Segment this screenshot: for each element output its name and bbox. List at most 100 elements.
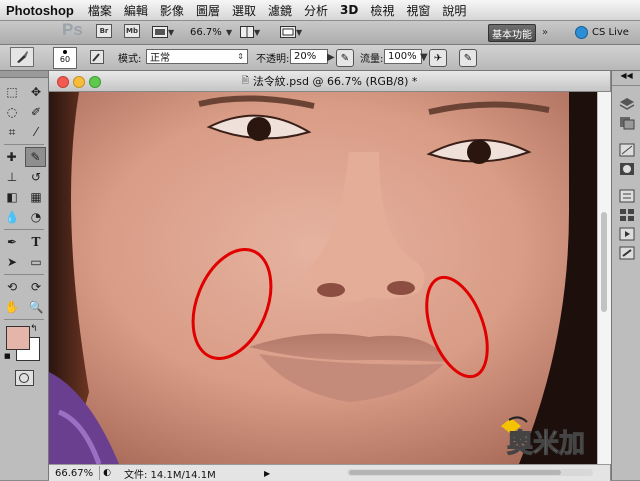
panel-grip[interactable] <box>0 71 48 78</box>
masks-icon <box>619 162 634 175</box>
menu-filter[interactable]: 濾鏡 <box>262 2 298 19</box>
menu-analysis[interactable]: 分析 <box>298 2 334 19</box>
chevron-down-icon: ▼ <box>168 27 175 37</box>
panel-dock: ◀◀ <box>611 71 640 480</box>
gradient-tool-icon[interactable]: ▦ <box>27 188 46 206</box>
brush-tool-icon[interactable]: ✎ <box>25 147 46 167</box>
quick-mask-button[interactable] <box>14 370 34 386</box>
shape-tool-icon[interactable]: ▭ <box>27 253 46 271</box>
menu-edit[interactable]: 編輯 <box>118 2 154 19</box>
menu-select[interactable]: 選取 <box>226 2 262 19</box>
cs-live-button[interactable]: CS Live <box>575 24 629 40</box>
swatches-icon <box>619 208 634 221</box>
chevron-down-icon: ▼ <box>296 27 303 37</box>
healing-brush-tool-icon[interactable]: ✚ <box>2 148 21 166</box>
watermark-text: 奧米加 <box>507 429 585 459</box>
info-panel-button[interactable] <box>616 186 638 205</box>
eraser-tool-icon[interactable]: ◧ <box>3 188 22 206</box>
app-menu[interactable]: Photoshop <box>0 3 82 18</box>
adjustments-panel-button[interactable] <box>616 140 638 159</box>
mini-bridge-button[interactable]: Mb <box>124 24 140 38</box>
brush-preset-picker[interactable]: 60 <box>53 47 77 69</box>
actions-panel-button[interactable] <box>616 224 638 243</box>
zoom-tool-icon[interactable]: 🔍 <box>27 298 46 316</box>
history-brush-tool-icon[interactable]: ↺ <box>27 168 46 186</box>
flow-slider-toggle[interactable]: ▼ <box>420 49 428 65</box>
vertical-scrollbar[interactable] <box>597 92 611 464</box>
pen-pressure-size-icon: ✎ <box>463 52 473 64</box>
opacity-input[interactable]: 20% <box>290 49 328 64</box>
clone-stamp-tool-icon[interactable]: ⊥ <box>3 168 22 186</box>
minimize-window-button[interactable] <box>73 76 85 88</box>
type-tool-icon[interactable]: T <box>27 233 46 251</box>
status-zoom[interactable]: 66.67% <box>49 466 100 480</box>
menu-image[interactable]: 影像 <box>154 2 190 19</box>
status-icon[interactable]: ◐ <box>100 468 114 478</box>
marquee-tool-icon[interactable]: ⬚ <box>3 83 22 101</box>
info-icon <box>619 189 634 202</box>
vertical-scroll-thumb[interactable] <box>601 212 607 312</box>
document-window: 🗎 法令紋.psd @ 66.7% (RGB/8) * 奧米加 66.67% ◐… <box>49 71 611 481</box>
pen-pressure-size-button[interactable]: ✎ <box>459 49 477 67</box>
move-tool-icon[interactable]: ✥ <box>27 83 46 101</box>
tools-panel: ⬚ ✥ ◌ ✐ ⌗ ⁄ ✚ ✎ ⊥ ↺ ◧ ▦ 💧 ◔ ✒ T ➤ ▭ ⟲ ⟳ … <box>0 71 49 480</box>
brush-panel-icon <box>90 50 104 64</box>
zoom-level[interactable]: 66.7% <box>190 24 222 40</box>
pen-pressure-opacity-button[interactable]: ✎ <box>336 49 354 67</box>
menu-help[interactable]: 說明 <box>436 2 472 19</box>
lasso-tool-icon[interactable]: ◌ <box>3 103 22 121</box>
mode-select[interactable]: 正常 ⇕ <box>146 49 248 64</box>
quick-selection-tool-icon[interactable]: ✐ <box>27 103 46 121</box>
collapse-dock-icon[interactable]: ◀◀ <box>612 71 640 86</box>
history-panel-button[interactable] <box>616 243 638 262</box>
menu-file[interactable]: 檔案 <box>82 2 118 19</box>
pen-tool-icon[interactable]: ✒ <box>3 233 22 251</box>
hand-tool-icon[interactable]: ✋ <box>3 298 22 316</box>
flow-input[interactable]: 100% <box>384 49 422 64</box>
flow-label: 流量: <box>360 53 384 65</box>
workspace-overflow-icon[interactable]: » <box>542 24 548 40</box>
menu-layer[interactable]: 圖層 <box>190 2 226 19</box>
zoom-window-button[interactable] <box>89 76 101 88</box>
default-colors-icon[interactable]: ■ <box>4 352 11 360</box>
arrange-documents-button[interactable]: ▼ <box>240 24 260 40</box>
menu-window[interactable]: 視窗 <box>400 2 436 19</box>
layers-panel-button[interactable] <box>616 94 638 113</box>
3d-orbit-tool-icon[interactable]: ⟳ <box>27 278 46 296</box>
zoom-dropdown-icon[interactable]: ▼ <box>226 24 232 40</box>
extras-button[interactable]: ▼ <box>152 24 174 40</box>
canvas[interactable]: 奧米加 <box>49 92 597 464</box>
horizontal-scroll-thumb[interactable] <box>349 470 561 475</box>
opacity-slider-toggle[interactable]: ▶ <box>327 49 335 65</box>
swatches-panel-button[interactable] <box>616 205 638 224</box>
bridge-button[interactable]: Br <box>96 24 112 38</box>
airbrush-button[interactable]: ✈ <box>429 49 447 67</box>
path-selection-tool-icon[interactable]: ➤ <box>3 253 22 271</box>
film-strip-icon <box>152 26 168 38</box>
3d-rotate-tool-icon[interactable]: ⟲ <box>3 278 22 296</box>
adjustments-icon <box>619 143 634 156</box>
masks-panel-button[interactable] <box>616 159 638 178</box>
color-swatches: ↰ ■ <box>0 322 48 366</box>
foreground-color-swatch[interactable] <box>6 326 30 350</box>
channels-panel-button[interactable] <box>616 113 638 132</box>
close-window-button[interactable] <box>57 76 69 88</box>
swap-colors-icon[interactable]: ↰ <box>30 324 38 334</box>
horizontal-scrollbar[interactable] <box>347 469 593 476</box>
cs-live-icon <box>575 25 588 39</box>
menu-3d[interactable]: 3D <box>334 3 364 17</box>
mode-value: 正常 <box>150 53 170 64</box>
screen-mode-button[interactable]: ▼ <box>280 24 302 40</box>
brush-icon <box>17 51 28 63</box>
workspace-button[interactable]: 基本功能 <box>488 24 536 42</box>
screen-mode-icon <box>280 26 296 38</box>
dodge-tool-icon[interactable]: ◔ <box>27 208 46 226</box>
document-title-bar[interactable]: 🗎 法令紋.psd @ 66.7% (RGB/8) * <box>49 71 610 92</box>
crop-tool-icon[interactable]: ⌗ <box>3 123 22 141</box>
menu-view[interactable]: 檢視 <box>364 2 400 19</box>
tool-preset-picker[interactable] <box>10 47 34 67</box>
status-menu-arrow-icon[interactable]: ▶ <box>264 469 274 478</box>
brush-panel-toggle[interactable] <box>90 49 104 65</box>
eyedropper-tool-icon[interactable]: ⁄ <box>27 123 46 141</box>
blur-tool-icon[interactable]: 💧 <box>3 208 22 226</box>
